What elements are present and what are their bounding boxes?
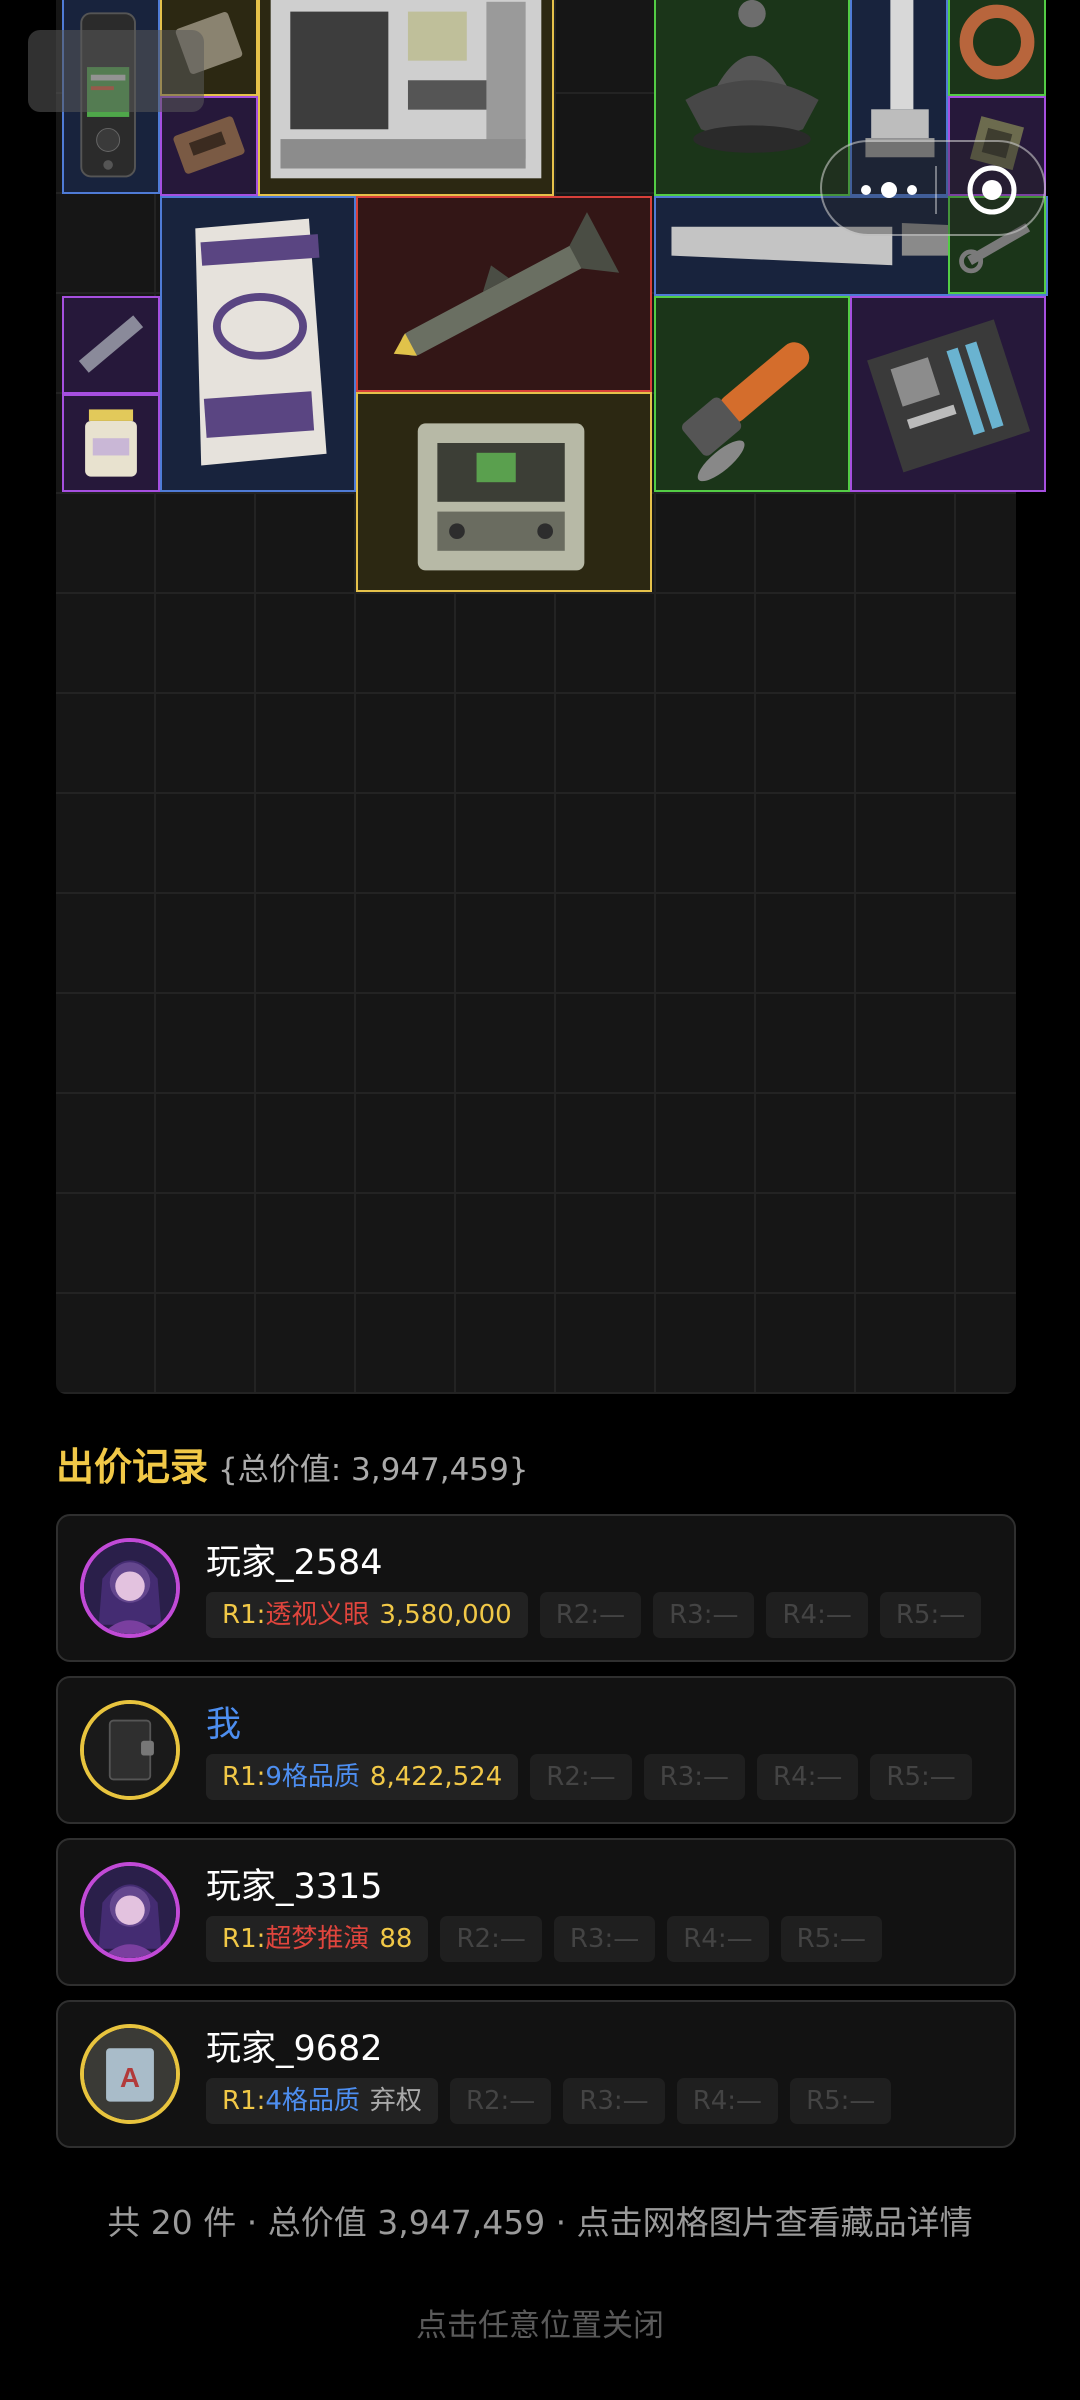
tajine-icon bbox=[685, 0, 819, 153]
copper-wire-item[interactable] bbox=[948, 0, 1046, 96]
cement-bag-item[interactable] bbox=[160, 196, 356, 492]
svg-text:A: A bbox=[120, 2062, 140, 2093]
cassette-icon bbox=[173, 116, 245, 174]
bid-total-value: {总价值: 3,947,459} bbox=[218, 1452, 529, 1488]
radio-station-icon bbox=[417, 423, 585, 571]
round-2-bid: R2:— bbox=[440, 1916, 542, 1962]
round-2-bid: R2:— bbox=[530, 1754, 632, 1800]
bid-history-title: 出价记录 bbox=[56, 1445, 209, 1489]
round-5-bid: R5:— bbox=[870, 1754, 972, 1800]
bid-rounds: R1:9格品质 8,422,524 R2:— R3:— R4:— R5:— bbox=[206, 1754, 972, 1800]
cyber-girl-avatar-icon bbox=[84, 1542, 176, 1634]
round-1-bid: R1:4格品质 弃权 bbox=[206, 2078, 438, 2124]
bid-card: 玩家_2584 R1:透视义眼 3,580,000 R2:— R3:— R4:— … bbox=[56, 1514, 1016, 1662]
cyber-girl-avatar-icon bbox=[84, 1866, 176, 1958]
round-5-bid: R5:— bbox=[790, 2078, 892, 2124]
angle-grinder-icon bbox=[682, 342, 810, 482]
patch-a-avatar-icon: A bbox=[84, 2028, 176, 2120]
player-avatar[interactable] bbox=[80, 1538, 180, 1638]
player-avatar[interactable]: A bbox=[80, 2024, 180, 2124]
round-4-bid: R4:— bbox=[676, 2078, 779, 2124]
close-target-icon[interactable] bbox=[964, 162, 1020, 218]
angle-grinder-item[interactable] bbox=[654, 296, 850, 492]
ram-stick-icon bbox=[78, 315, 144, 373]
close-hint[interactable]: 点击任意位置关闭 bbox=[0, 2300, 1080, 2345]
round-1-bid: R1:超梦推演 88 bbox=[206, 1916, 429, 1962]
player-name: 玩家_3315 bbox=[206, 1867, 383, 1907]
round-2-bid: R2:— bbox=[539, 1592, 642, 1638]
radio-station-item[interactable] bbox=[356, 392, 652, 592]
missile-icon bbox=[393, 212, 620, 356]
collection-summary: 共 20 件 · 总价值 3,947,459 · 点击网格图片查看藏品详情 bbox=[107, 2203, 973, 2242]
round-1-bid: R1:9格品质 8,422,524 bbox=[206, 1754, 519, 1800]
player-avatar[interactable] bbox=[80, 1862, 180, 1962]
round-5-bid: R5:— bbox=[780, 1916, 882, 1962]
copper-wire-icon bbox=[959, 4, 1035, 80]
ram-stick-item[interactable] bbox=[62, 296, 160, 394]
capsule-divider bbox=[935, 166, 937, 214]
player-name-me: 我 bbox=[206, 1705, 242, 1745]
round-3-bid: R3:— bbox=[643, 1754, 745, 1800]
auction-result-screen[interactable]: 出价记录 {总价值: 3,947,459} 玩家_2584 R1:透视义眼 3,5… bbox=[0, 0, 1080, 2400]
server-case-icon bbox=[270, 0, 542, 179]
tajine-item[interactable] bbox=[654, 0, 850, 196]
round-4-bid: R4:— bbox=[667, 1916, 769, 1962]
player-name: 玩家_2584 bbox=[206, 1543, 383, 1583]
supplement-jar-icon bbox=[85, 409, 137, 477]
server-case-item[interactable] bbox=[258, 0, 554, 196]
missile-item[interactable] bbox=[356, 196, 652, 392]
player-avatar[interactable] bbox=[80, 1700, 180, 1800]
motherboard-item[interactable] bbox=[850, 296, 1046, 492]
bid-card: 玩家_3315 R1:超梦推演 88 R2:— R3:— R4:— R5:— bbox=[56, 1838, 1016, 1986]
round-3-bid: R3:— bbox=[653, 1592, 755, 1638]
round-4-bid: R4:— bbox=[757, 1754, 859, 1800]
bid-rounds: R1:4格品质 弃权 R2:— R3:— R4:— R5:— bbox=[206, 2078, 892, 2124]
more-icon[interactable] bbox=[854, 172, 924, 208]
notebook-avatar-icon bbox=[84, 1704, 176, 1796]
round-1-bid: R1:透视义眼 3,580,000 bbox=[206, 1592, 528, 1638]
player-name: 玩家_9682 bbox=[206, 2029, 383, 2069]
round-3-bid: R3:— bbox=[553, 1916, 656, 1962]
back-button[interactable] bbox=[28, 30, 204, 112]
motherboard-icon bbox=[867, 319, 1031, 473]
mini-program-capsule[interactable] bbox=[820, 140, 1046, 236]
round-5-bid: R5:— bbox=[879, 1592, 982, 1638]
bid-history-header: 出价记录 {总价值: 3,947,459} bbox=[56, 1436, 529, 1496]
bid-rounds: R1:超梦推演 88 R2:— R3:— R4:— R5:— bbox=[206, 1916, 882, 1962]
bid-card: 我 R1:9格品质 8,422,524 R2:— R3:— R4:— R5:— bbox=[56, 1676, 1016, 1824]
bid-rounds: R1:透视义眼 3,580,000 R2:— R3:— R4:— R5:— bbox=[206, 1592, 982, 1638]
round-2-bid: R2:— bbox=[449, 2078, 552, 2124]
cement-bag-icon bbox=[195, 218, 327, 466]
bid-card: A 玩家_9682 R1:4格品质 弃权 R2:— R3:— R4:— R5:— bbox=[56, 2000, 1016, 2148]
supplement-jar-item[interactable] bbox=[62, 394, 160, 492]
round-4-bid: R4:— bbox=[766, 1592, 868, 1638]
round-3-bid: R3:— bbox=[563, 2078, 665, 2124]
